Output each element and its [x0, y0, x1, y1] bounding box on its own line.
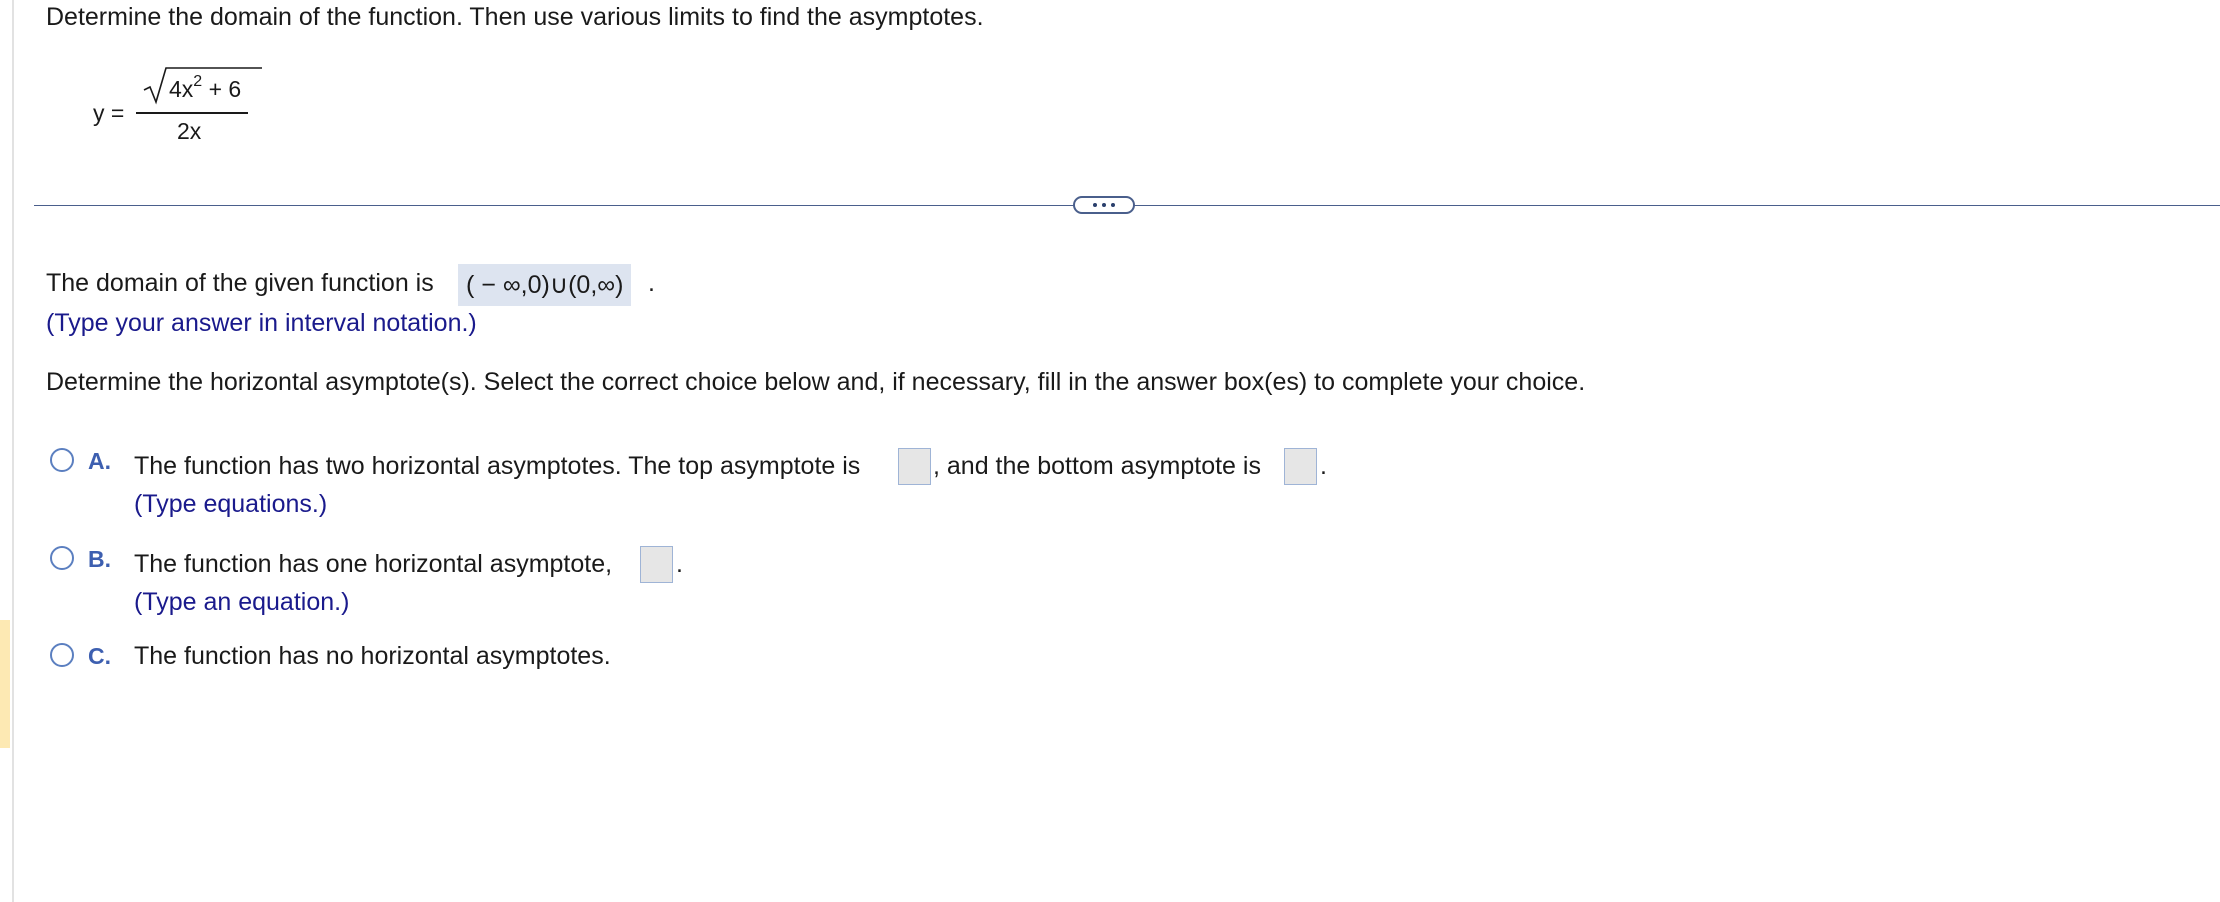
- top-asymptote-field[interactable]: [898, 448, 931, 485]
- numerator: 4x2 + 6: [142, 64, 262, 105]
- numerator-tail: + 6: [202, 76, 242, 102]
- choice-a-radio[interactable]: [50, 448, 74, 472]
- domain-prompt: The domain of the given function is: [46, 269, 434, 297]
- choice-c-radio[interactable]: [50, 643, 74, 667]
- choice-c-text: The function has no horizontal asymptote…: [134, 642, 611, 670]
- more-dot-icon: [1102, 203, 1106, 207]
- choice-a-text: The function has two horizontal asymptot…: [134, 452, 861, 480]
- left-margin-rule: [12, 0, 14, 902]
- active-question-marker: [0, 620, 10, 748]
- choice-b-letter: B.: [88, 546, 111, 572]
- expand-more-button[interactable]: [1073, 196, 1135, 214]
- question-instruction: Determine the domain of the function. Th…: [46, 3, 984, 31]
- horizontal-prompt: Determine the horizontal asymptote(s). S…: [46, 368, 1586, 396]
- choice-c-letter: C.: [88, 643, 111, 669]
- bottom-asymptote-field[interactable]: [1284, 448, 1317, 485]
- function-lhs: y =: [93, 100, 125, 126]
- numerator-base: 4x: [169, 76, 194, 102]
- fraction-bar: [136, 112, 248, 114]
- choice-a-letter: A.: [88, 448, 111, 474]
- choice-a-text-2: , and the bottom asymptote is: [933, 452, 1261, 480]
- choice-b-text: The function has one horizontal asymptot…: [134, 550, 613, 578]
- one-asymptote-field[interactable]: [640, 546, 673, 583]
- domain-period: .: [648, 269, 655, 297]
- domain-hint: (Type your answer in interval notation.): [46, 309, 477, 337]
- numerator-exponent: 2: [193, 73, 203, 90]
- denominator: 2x: [177, 118, 202, 144]
- choice-a-hint: (Type equations.): [134, 490, 328, 518]
- choice-b-radio[interactable]: [50, 546, 74, 570]
- choice-b-period: .: [676, 550, 683, 578]
- choice-a-period: .: [1320, 452, 1327, 480]
- domain-answer-field[interactable]: ( − ∞,0)∪(0,∞): [458, 264, 632, 306]
- choice-b-hint: (Type an equation.): [134, 588, 350, 616]
- more-dot-icon: [1093, 203, 1097, 207]
- more-dot-icon: [1111, 203, 1115, 207]
